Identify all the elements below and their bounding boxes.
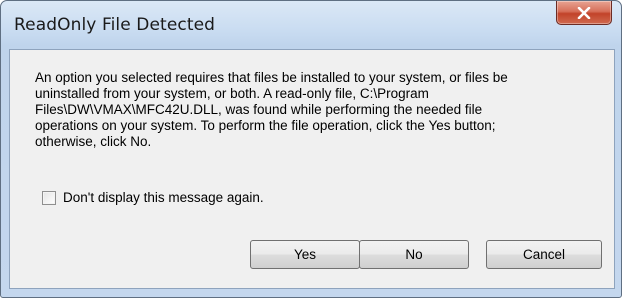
message-text: An option you selected requires that fil… — [35, 70, 605, 150]
dialog-window: ReadOnly File Detected An option you sel… — [0, 0, 622, 298]
dialog-content: An option you selected requires that fil… — [9, 49, 615, 289]
dont-display-again-option[interactable]: Don't display this message again. — [42, 190, 264, 205]
close-button[interactable] — [556, 1, 612, 25]
message-line: uninstalled from your system, or both. A… — [35, 86, 429, 101]
close-icon — [577, 6, 591, 19]
message-line: operations on your system. To perform th… — [35, 118, 496, 133]
dont-display-again-checkbox[interactable] — [42, 190, 56, 205]
no-button[interactable]: No — [359, 240, 469, 269]
message-line: Files\DW\VMAX\MFC42U.DLL, was found whil… — [35, 102, 483, 117]
title-bar[interactable]: ReadOnly File Detected — [1, 1, 621, 49]
cancel-button[interactable]: Cancel — [486, 240, 602, 269]
yes-button[interactable]: Yes — [250, 240, 360, 269]
message-line: An option you selected requires that fil… — [35, 70, 508, 85]
message-line: otherwise, click No. — [35, 134, 152, 149]
window-title: ReadOnly File Detected — [14, 15, 216, 35]
dont-display-again-label[interactable]: Don't display this message again. — [63, 190, 264, 205]
